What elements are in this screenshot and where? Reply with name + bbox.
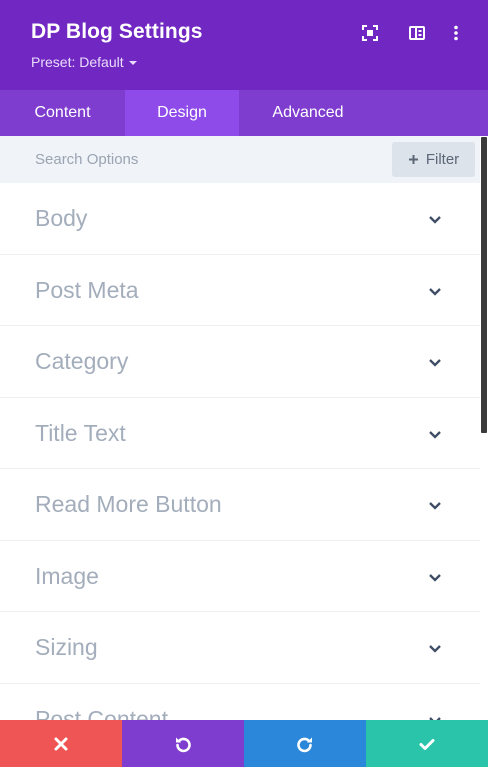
check-icon	[419, 738, 435, 750]
close-icon	[54, 737, 68, 750]
section-toggle-image[interactable]: Image	[0, 541, 480, 612]
search-input[interactable]	[22, 144, 382, 175]
section-label: Category	[35, 348, 129, 374]
design-sections-list: Body Post Meta Category Title Text Read …	[0, 183, 480, 720]
section-toggle-read-more-button[interactable]: Read More Button	[0, 469, 480, 541]
tab-design[interactable]: Design	[125, 90, 239, 136]
tab-advanced[interactable]: Advanced	[239, 90, 377, 136]
chevron-down-icon	[428, 430, 442, 439]
plus-icon	[408, 155, 418, 164]
section-toggle-category[interactable]: Category	[0, 326, 480, 398]
tab-bar: Content Design Advanced	[0, 90, 488, 136]
filter-label: Filter	[425, 151, 460, 168]
focus-icon[interactable]	[361, 24, 379, 42]
more-vertical-icon[interactable]	[447, 24, 465, 42]
section-label: Title Text	[35, 419, 126, 446]
preset-dropdown[interactable]: Preset: Default	[31, 54, 137, 70]
section-toggle-sizing[interactable]: Sizing	[0, 612, 480, 684]
section-label: Image	[35, 562, 99, 589]
undo-icon	[176, 737, 191, 752]
chevron-down-icon	[428, 215, 442, 224]
section-label: Post Meta	[35, 276, 139, 303]
section-toggle-post-content[interactable]: Post Content	[0, 684, 480, 721]
action-bar	[0, 720, 488, 767]
chevron-down-icon	[428, 358, 442, 367]
redo-button[interactable]	[244, 720, 366, 767]
scrollbar-thumb[interactable]	[481, 137, 487, 433]
section-label: Post Content	[35, 705, 168, 721]
redo-icon	[297, 737, 312, 752]
save-button[interactable]	[366, 720, 488, 767]
section-label: Body	[35, 205, 88, 231]
modal-title: DP Blog Settings	[31, 20, 203, 43]
chevron-down-icon	[428, 287, 442, 296]
section-label: Read More Button	[35, 491, 222, 517]
discard-button[interactable]	[0, 720, 122, 767]
filter-button[interactable]: Filter	[392, 142, 475, 177]
undo-button[interactable]	[122, 720, 244, 767]
section-label: Sizing	[35, 634, 98, 660]
preset-label: Preset: Default	[31, 54, 124, 70]
sidebar-layout-icon[interactable]	[408, 24, 426, 42]
caret-down-icon	[128, 61, 137, 65]
chevron-down-icon	[428, 501, 442, 510]
chevron-down-icon	[428, 644, 442, 653]
section-toggle-body[interactable]: Body	[0, 183, 480, 255]
chevron-down-icon	[428, 573, 442, 582]
settings-header: DP Blog Settings Preset: Default	[0, 0, 488, 90]
section-toggle-post-meta[interactable]: Post Meta	[0, 255, 480, 326]
section-toggle-title-text[interactable]: Title Text	[0, 398, 480, 469]
tab-content[interactable]: Content	[0, 90, 125, 136]
